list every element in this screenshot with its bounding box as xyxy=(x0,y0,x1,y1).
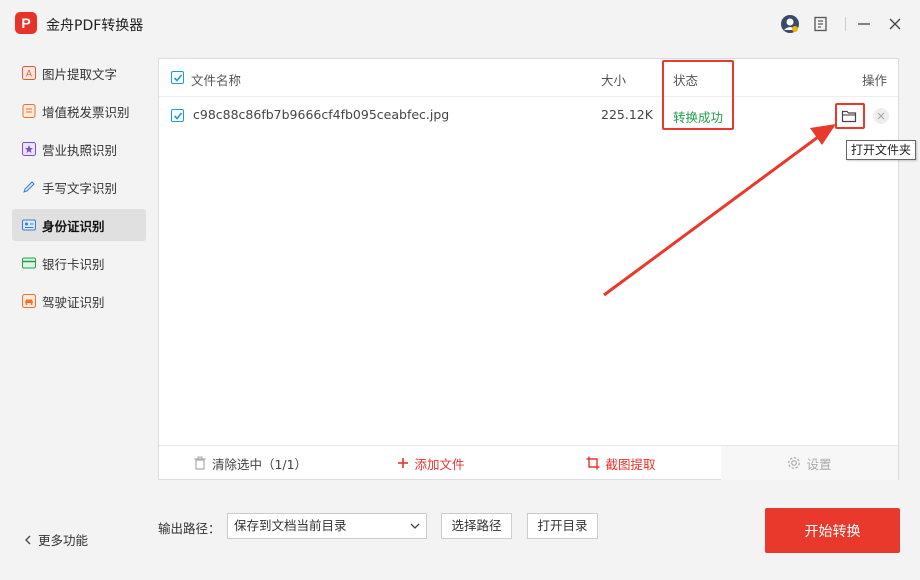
annotation-arrow xyxy=(603,124,836,297)
output-path-label: 输出路径： xyxy=(158,521,221,536)
chevron-down-icon xyxy=(410,514,420,546)
start-convert-button[interactable]: 开始转换 xyxy=(765,508,900,553)
open-directory-button[interactable]: 打开目录 xyxy=(527,513,598,539)
output-path-select[interactable]: 保存到文档当前目录 xyxy=(227,513,427,539)
choose-path-button[interactable]: 选择路径 xyxy=(441,513,512,539)
open-folder-tooltip: 打开文件夹 xyxy=(846,140,917,160)
output-path-value: 保存到文档当前目录 xyxy=(234,518,347,533)
